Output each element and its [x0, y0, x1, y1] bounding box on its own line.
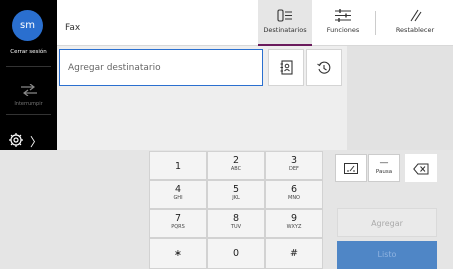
keypad-key[interactable]: ∗ [149, 238, 207, 269]
key-number: # [290, 248, 298, 259]
chevron-right-icon[interactable]: 〉 [30, 133, 42, 150]
keypad-key[interactable]: 8 TUV [207, 209, 265, 238]
page-title: Fax [65, 23, 81, 33]
key-number: 6 [290, 184, 298, 195]
keypad-key[interactable]: 0 [207, 238, 265, 269]
header-bar: Fax Destinatarios Funciones Restablecer [57, 0, 453, 46]
key-letters: ABC [230, 166, 242, 172]
history-button[interactable] [306, 49, 342, 86]
address-book-button[interactable] [268, 49, 304, 86]
key-letters: WXYZ [286, 224, 302, 230]
right-panel [347, 46, 453, 150]
tab-functions[interactable]: Funciones [313, 0, 373, 45]
left-rail: sm Cerrar sesión Interrumpir 〉 [0, 0, 57, 150]
recipient-input[interactable] [59, 49, 263, 86]
key-letters: PQRS [171, 224, 185, 230]
keypad-key[interactable]: 3 DEF [265, 151, 323, 180]
reset-icon [410, 9, 422, 22]
backspace-icon [413, 163, 429, 175]
key-number: ∗ [174, 248, 182, 259]
history-icon [317, 61, 331, 74]
add-button[interactable]: Agregar [337, 208, 437, 237]
key-number: 0 [232, 248, 240, 259]
interrupt-icon[interactable] [19, 84, 39, 96]
key-number: 1 [174, 161, 182, 172]
keypad-key[interactable]: 1 [149, 151, 207, 180]
keypad-key[interactable]: # [265, 238, 323, 269]
divider [6, 114, 51, 115]
pause-label: Pausa [375, 169, 393, 175]
key-letters: TUV [230, 224, 242, 230]
keypad-key[interactable]: 6 MNO [265, 180, 323, 209]
signout-label[interactable]: Cerrar sesión [0, 49, 57, 55]
interrupt-label: Interrumpir [14, 101, 43, 107]
key-letters: JKL [232, 195, 240, 201]
key-number: 3 [290, 155, 298, 166]
tab-recipients[interactable]: Destinatarios [258, 0, 312, 46]
tab-functions-label: Funciones [326, 26, 360, 34]
key-number: 4 [174, 184, 182, 195]
sliders-icon [335, 9, 351, 22]
keypad-key[interactable]: 9 WXYZ [265, 209, 323, 238]
address-book-icon [280, 60, 293, 75]
key-number: 8 [232, 213, 240, 224]
key-letters: DEF [289, 166, 299, 172]
divider [6, 66, 51, 67]
key-number: 7 [174, 213, 182, 224]
tab-recipients-label: Destinatarios [263, 26, 307, 34]
key-number: 5 [232, 184, 240, 195]
reset-label: Restablecer [395, 26, 435, 34]
key-letters: MNO [288, 195, 300, 201]
code-entry-button[interactable] [335, 154, 367, 182]
key-number: 9 [290, 213, 298, 224]
gear-icon[interactable] [8, 132, 24, 148]
key-number: 2 [232, 155, 240, 166]
backspace-button[interactable] [405, 154, 437, 182]
reset-button[interactable]: Restablecer [377, 0, 453, 45]
keypad-key[interactable]: 4 GHI [149, 180, 207, 209]
keypad-key[interactable]: 2 ABC [207, 151, 265, 180]
done-button[interactable]: Listo [337, 241, 437, 269]
recipients-icon [277, 9, 292, 22]
code-entry-icon [344, 163, 358, 174]
pause-button[interactable]: — Pausa [368, 154, 400, 182]
key-letters: GHI [173, 195, 183, 201]
keypad-key[interactable]: 5 JKL [207, 180, 265, 209]
avatar[interactable]: sm [12, 10, 43, 41]
keypad-key[interactable]: 7 PQRS [149, 209, 207, 238]
divider [375, 11, 376, 35]
pause-symbol: — [379, 158, 389, 168]
